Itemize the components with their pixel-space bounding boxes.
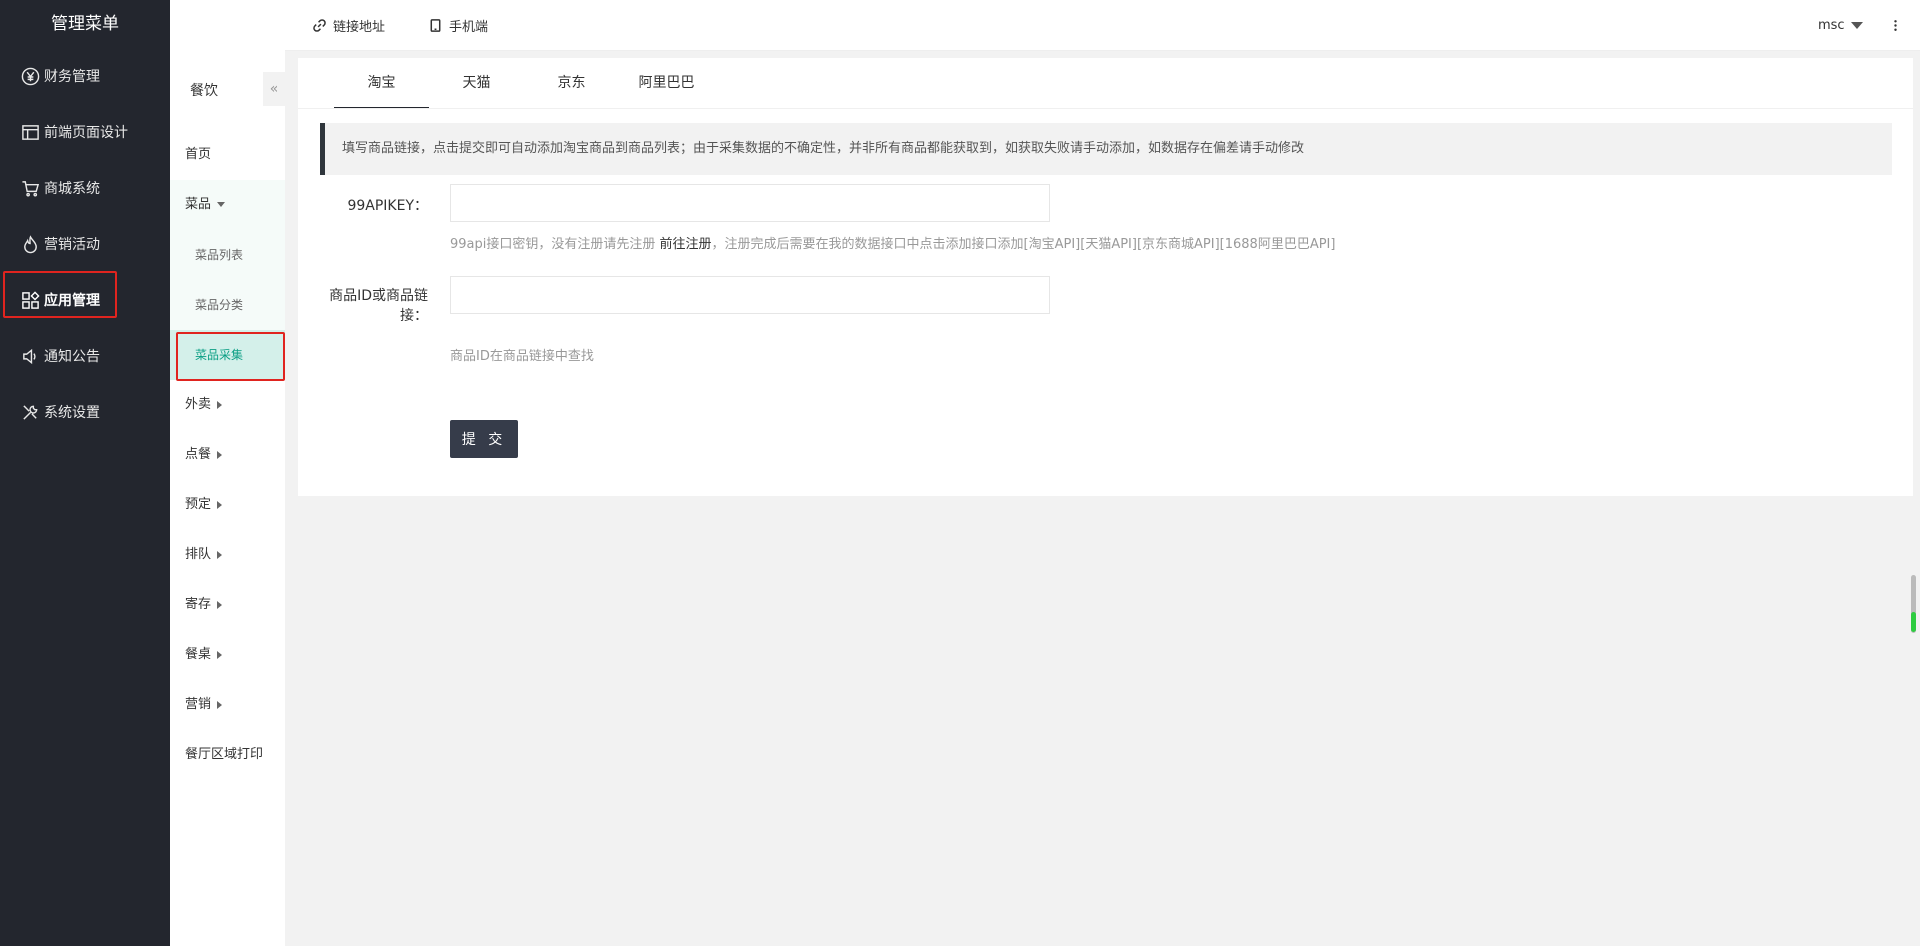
sub-item-label: 餐桌	[185, 647, 212, 662]
goods-label: 商品ID或商品链 接：	[308, 286, 428, 326]
sub-item-label: 点餐	[185, 447, 212, 462]
more-button[interactable]	[1888, 0, 1903, 51]
caret-right-icon	[217, 450, 223, 459]
secondary-sidebar: 餐饮 « 首页 菜品 菜品列表 菜品分类 菜品采集 外卖 点餐 预定 排队 寄存…	[170, 0, 285, 946]
caret-right-icon	[217, 650, 223, 659]
cart-icon	[20, 178, 40, 198]
sub-item-reserve[interactable]: 预定	[170, 480, 285, 530]
tools-icon	[20, 402, 40, 422]
tab-alibaba[interactable]: 阿里巴巴	[619, 58, 714, 108]
goods-label-line2: 接：	[400, 308, 428, 324]
sub-item-takeout[interactable]: 外卖	[170, 380, 285, 430]
apikey-hint-text: 99api接口密钥，没有注册请先注册	[450, 237, 660, 252]
goods-hint: 商品ID在商品链接中查找	[450, 349, 594, 364]
link-address-button[interactable]: 链接地址	[312, 0, 385, 51]
caret-right-icon	[217, 400, 223, 409]
apikey-hint: 99api接口密钥，没有注册请先注册 前往注册，注册完成后需要在我的数据接口中点…	[450, 233, 1335, 252]
sub-item-label: 外卖	[185, 397, 212, 412]
caret-down-icon	[217, 202, 226, 207]
sub-item-marketing[interactable]: 营销	[170, 680, 285, 730]
secondary-sidebar-title: 餐饮	[190, 83, 218, 99]
sub-item-label: 菜品	[185, 197, 212, 212]
username: msc	[1818, 18, 1845, 33]
more-vertical-icon	[1894, 20, 1897, 31]
tab-divider	[298, 108, 1913, 109]
apikey-hint-text-2: ，注册完成后需要在我的数据接口中点击添加接口添加[淘宝API][天猫API][京…	[711, 237, 1336, 252]
sidebar-item-frontend-design[interactable]: 前端页面设计	[0, 104, 170, 160]
sidebar-title: 管理菜单	[51, 14, 119, 34]
sub-group-dishes: 菜品 菜品列表 菜品分类 菜品采集	[170, 180, 285, 380]
goods-label-line1: 商品ID或商品链	[329, 288, 428, 304]
goods-id-input[interactable]	[450, 276, 1050, 314]
sidebar-item-label: 前端页面设计	[44, 125, 128, 141]
sub-child-dish-collect[interactable]: 菜品采集	[170, 330, 285, 380]
sidebar-item-system-settings[interactable]: 系统设置	[0, 384, 170, 440]
collapse-sidebar-button[interactable]: «	[263, 72, 285, 106]
speaker-icon	[20, 346, 40, 366]
sidebar-item-app-management[interactable]: 应用管理	[0, 272, 170, 328]
sub-item-label: 排队	[185, 547, 212, 562]
apikey-input[interactable]	[450, 184, 1050, 222]
tab-taobao[interactable]: 淘宝	[334, 58, 429, 109]
sub-item-order[interactable]: 点餐	[170, 430, 285, 480]
submit-button[interactable]: 提 交	[450, 420, 518, 458]
sidebar-item-label: 系统设置	[44, 405, 100, 421]
sub-item-home[interactable]: 首页	[170, 130, 285, 180]
sub-child-dish-category[interactable]: 菜品分类	[170, 280, 285, 330]
sub-item-label: 营销	[185, 697, 212, 712]
sub-child-dish-list[interactable]: 菜品列表	[170, 230, 285, 280]
mobile-label: 手机端	[449, 20, 489, 35]
sidebar-item-finance[interactable]: 财务管理	[0, 48, 170, 104]
layout-icon	[20, 122, 40, 142]
top-header: 链接地址 手机端 msc	[170, 0, 1920, 51]
sub-item-label: 预定	[185, 497, 212, 512]
mobile-button[interactable]: 手机端	[428, 0, 488, 51]
sidebar-item-notices[interactable]: 通知公告	[0, 328, 170, 384]
sidebar-item-label: 营销活动	[44, 237, 100, 253]
apikey-label: 99APIKEY：	[347, 198, 428, 214]
source-tabs: 淘宝 天猫 京东 阿里巴巴	[334, 58, 714, 109]
notice-banner: 填写商品链接，点击提交即可自动添加淘宝商品到商品列表；由于采集数据的不确定性，并…	[320, 123, 1892, 175]
caret-right-icon	[217, 700, 223, 709]
secondary-menu-list: 首页 菜品 菜品列表 菜品分类 菜品采集 外卖 点餐 预定 排队 寄存 餐桌 营…	[170, 130, 285, 780]
caret-right-icon	[217, 550, 223, 559]
caret-right-icon	[217, 500, 223, 509]
scrollbar-indicator	[1911, 612, 1916, 632]
tab-jd[interactable]: 京东	[524, 58, 619, 108]
sub-item-storage[interactable]: 寄存	[170, 580, 285, 630]
sub-item-dishes[interactable]: 菜品	[170, 180, 285, 230]
tablet-icon	[430, 19, 441, 32]
apps-icon	[20, 290, 40, 310]
fire-icon	[20, 234, 40, 254]
sidebar-item-marketing[interactable]: 营销活动	[0, 216, 170, 272]
secondary-sidebar-header: 餐饮 «	[170, 58, 285, 118]
caret-down-icon	[1850, 22, 1863, 29]
sidebar-item-label: 商城系统	[44, 181, 100, 197]
yen-circle-icon	[20, 66, 40, 86]
main-sidebar: 管理菜单 财务管理 前端页面设计 商城系统 营销活动 应用管理 通知公告 系统设…	[0, 0, 170, 946]
sub-item-label: 寄存	[185, 597, 212, 612]
link-address-label: 链接地址	[333, 20, 386, 35]
link-icon	[313, 19, 326, 32]
main-card: 淘宝 天猫 京东 阿里巴巴 填写商品链接，点击提交即可自动添加淘宝商品到商品列表…	[298, 58, 1913, 496]
sidebar-item-label: 财务管理	[44, 69, 100, 85]
caret-right-icon	[217, 600, 223, 609]
sub-item-queue[interactable]: 排队	[170, 530, 285, 580]
sidebar-item-mall[interactable]: 商城系统	[0, 160, 170, 216]
tab-tmall[interactable]: 天猫	[429, 58, 524, 108]
register-link[interactable]: 前往注册	[660, 237, 712, 252]
user-menu[interactable]: msc	[1818, 0, 1863, 51]
sub-item-area-print[interactable]: 餐厅区域打印	[170, 730, 285, 780]
sidebar-item-label: 通知公告	[44, 349, 100, 365]
sidebar-item-label: 应用管理	[44, 293, 100, 309]
sub-item-tables[interactable]: 餐桌	[170, 630, 285, 680]
